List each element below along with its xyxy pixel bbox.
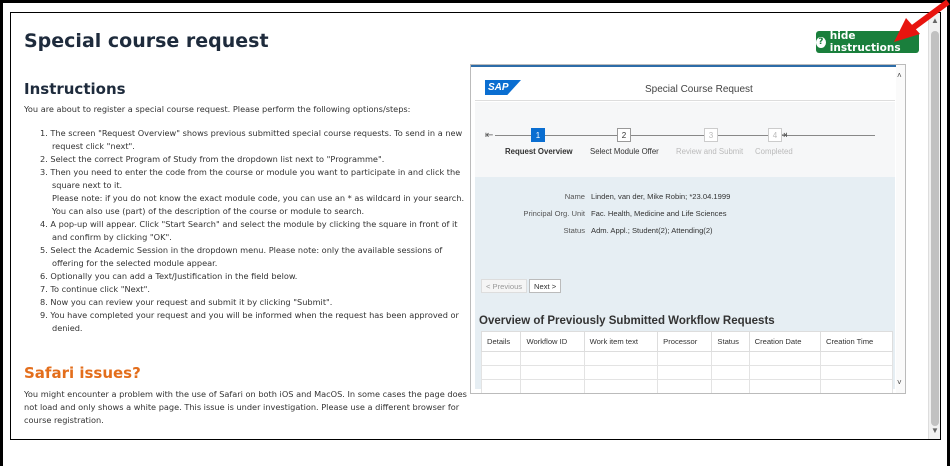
roadmap-step-2[interactable]: 2 bbox=[617, 128, 631, 142]
sap-top-accent bbox=[471, 65, 905, 67]
org-unit-value: Fac. Health, Medicine and Life Sciences bbox=[591, 209, 727, 218]
instructions-heading: Instructions bbox=[24, 80, 126, 98]
instruction-step: 5. Select the Academic Session in the dr… bbox=[40, 245, 443, 268]
column-header-details[interactable]: Details bbox=[480, 331, 522, 352]
instruction-step: 3. Then you need to enter the code from … bbox=[40, 167, 461, 190]
instruction-step: 1. The screen "Request Overview" shows p… bbox=[40, 128, 463, 151]
scroll-down-arrow-icon[interactable]: ▼ bbox=[929, 425, 940, 437]
status-value: Adm. Appl.; Student(2); Attending(2) bbox=[591, 226, 713, 235]
instruction-step: 6. Optionally you can add a Text/Justifi… bbox=[40, 271, 298, 281]
instruction-step: 7. To continue click "Next". bbox=[40, 284, 150, 294]
column-header-processor[interactable]: Processor bbox=[657, 331, 713, 352]
sap-logo: SAP bbox=[485, 80, 521, 95]
sap-content-area: Name Linden, van der, Mike Robin; *23.04… bbox=[475, 177, 895, 393]
roadmap-step-1[interactable]: 1 bbox=[531, 128, 545, 142]
sap-app-title: Special Course Request bbox=[645, 84, 753, 95]
instructions-intro: You are about to register a special cour… bbox=[24, 104, 411, 114]
scrollbar-thumb[interactable] bbox=[931, 31, 939, 426]
table-row bbox=[480, 351, 894, 366]
safari-issues-text: You might encounter a problem with the u… bbox=[24, 389, 467, 425]
column-header-creation-date[interactable]: Creation Date bbox=[748, 331, 821, 352]
column-header-workflow-id[interactable]: Workflow ID bbox=[520, 331, 585, 352]
page-title: Special course request bbox=[24, 30, 269, 52]
instruction-step: 9. You have completed your request and y… bbox=[40, 310, 459, 333]
name-label: Name bbox=[564, 192, 585, 201]
previous-button[interactable]: < Previous bbox=[481, 279, 528, 293]
page-scrollbar[interactable]: ▲ ▼ bbox=[928, 13, 940, 439]
column-header-creation-time[interactable]: Creation Time bbox=[819, 331, 894, 352]
table-header-row: Details Workflow ID Work item text Proce… bbox=[480, 331, 894, 352]
red-arrow-icon bbox=[894, 0, 950, 42]
table-row bbox=[480, 379, 894, 393]
sap-header: SAP Special Course Request bbox=[475, 71, 895, 101]
sap-embedded-frame: SAP Special Course Request ⇤ ⇥ 1 Request… bbox=[470, 64, 906, 394]
chevron-down-icon[interactable]: ˅ bbox=[897, 378, 902, 387]
roadmap-step-1-label[interactable]: Request Overview bbox=[505, 147, 573, 156]
roadmap-step-3-label: Review and Submit bbox=[676, 147, 744, 156]
roadmap-step-4-label: Completed bbox=[755, 147, 793, 156]
instruction-steps-list: 1. The screen "Request Overview" shows p… bbox=[40, 127, 470, 335]
roadmap: ⇤ ⇥ 1 Request Overview 2 Select Module O… bbox=[475, 102, 895, 177]
instruction-step: 8. Now you can review your request and s… bbox=[40, 297, 333, 307]
sap-frame-scrollbar[interactable]: ˄ ˅ bbox=[896, 65, 905, 393]
roadmap-line bbox=[495, 135, 875, 136]
instruction-step: 4. A pop-up will appear. Click "Start Se… bbox=[40, 219, 458, 242]
instruction-step: 2. Select the correct Program of Study f… bbox=[40, 154, 385, 164]
chevron-up-icon[interactable]: ˄ bbox=[897, 71, 902, 80]
roadmap-step-2-label[interactable]: Select Module Offer bbox=[590, 147, 659, 156]
org-unit-label: Principal Org. Unit bbox=[523, 209, 585, 218]
workflow-requests-table: Details Workflow ID Work item text Proce… bbox=[480, 331, 894, 393]
table-row bbox=[480, 365, 894, 380]
question-circle-icon: ? bbox=[816, 36, 826, 48]
safari-issues-heading: Safari issues? bbox=[24, 364, 141, 382]
column-header-status[interactable]: Status bbox=[711, 331, 750, 352]
next-button[interactable]: Next > bbox=[529, 279, 562, 293]
instruction-note: Please note: if you do not know the exac… bbox=[52, 193, 465, 216]
column-header-work-item-text[interactable]: Work item text bbox=[583, 331, 659, 352]
roadmap-start-icon: ⇤ bbox=[485, 130, 494, 141]
roadmap-step-4: 4 bbox=[768, 128, 782, 142]
workflow-overview-title: Overview of Previously Submitted Workflo… bbox=[479, 315, 775, 327]
name-value: Linden, van der, Mike Robin; *23.04.1999 bbox=[591, 192, 731, 201]
roadmap-step-3: 3 bbox=[704, 128, 718, 142]
status-label: Status bbox=[563, 226, 585, 235]
